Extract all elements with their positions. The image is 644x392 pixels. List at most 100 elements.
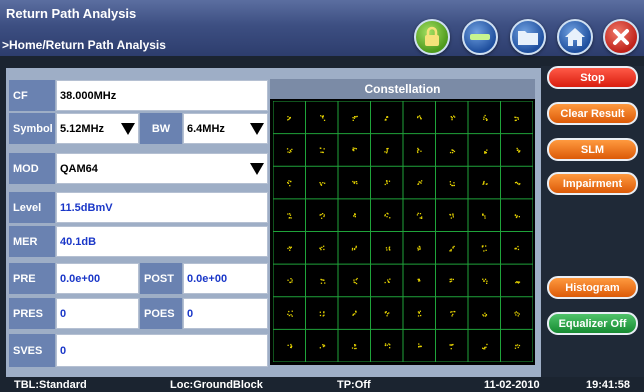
constellation-point xyxy=(516,147,518,150)
constellation-point xyxy=(484,346,486,349)
constellation-point xyxy=(449,281,451,283)
side-button-panel: Stop Clear Result SLM Impairment Histogr… xyxy=(541,66,644,377)
constellation-point xyxy=(453,182,455,184)
constellation-point xyxy=(516,149,519,151)
constellation-point xyxy=(486,149,488,151)
constellation-point xyxy=(421,217,423,219)
constellation-point xyxy=(449,214,452,216)
post-label: POST xyxy=(140,263,182,294)
constellation-point xyxy=(387,280,389,283)
constellation-point xyxy=(450,217,452,219)
constellation-point xyxy=(453,184,455,187)
constellation-point xyxy=(386,216,388,218)
constellation-point xyxy=(418,345,420,348)
bw-value: 6.4MHz xyxy=(187,122,225,135)
constellation-point xyxy=(387,213,389,215)
histogram-button[interactable]: Histogram xyxy=(547,276,638,299)
constellation-point xyxy=(518,151,520,153)
constellation-point xyxy=(514,116,516,118)
constellation-point xyxy=(389,278,391,280)
constellation-point xyxy=(320,115,322,117)
constellation-point xyxy=(386,344,388,346)
constellation-point xyxy=(384,281,386,284)
constellation-point xyxy=(287,279,289,281)
constellation-point xyxy=(289,185,291,187)
constellation-point xyxy=(420,118,422,120)
constellation-point xyxy=(351,249,354,251)
constellation-point xyxy=(384,343,387,345)
constellation-point xyxy=(451,311,453,313)
constellation-point xyxy=(351,247,354,250)
poes-label: POES xyxy=(140,298,182,329)
constellation-point xyxy=(354,116,356,118)
constellation-point xyxy=(485,346,487,348)
constellation-point xyxy=(517,346,519,349)
folder-icon[interactable] xyxy=(510,19,546,55)
constellation-point xyxy=(388,248,391,251)
constellation-point xyxy=(319,182,321,184)
close-icon[interactable] xyxy=(603,19,639,55)
constellation-point xyxy=(291,281,293,283)
constellation-point xyxy=(485,183,487,185)
constellation-point xyxy=(515,311,517,313)
constellation-point xyxy=(355,282,358,285)
constellation-point xyxy=(289,214,292,216)
symbol-select[interactable]: 5.12MHz xyxy=(56,113,139,144)
pre-label: PRE xyxy=(9,263,55,294)
constellation-point xyxy=(416,150,419,152)
constellation-point xyxy=(516,344,519,346)
constellation-point xyxy=(451,119,453,121)
constellation-point xyxy=(452,216,454,218)
constellation-point xyxy=(421,216,423,218)
constellation-point xyxy=(388,180,391,182)
equalizer-off-button[interactable]: Equalizer Off xyxy=(547,312,638,335)
cf-value[interactable]: 38.000MHz xyxy=(56,80,268,111)
constellation-point xyxy=(355,347,357,350)
constellation-point xyxy=(420,314,422,317)
mod-select[interactable]: QAM64 xyxy=(56,153,268,184)
sves-label: SVES xyxy=(9,334,55,367)
status-loc: Loc:GroundBlock xyxy=(170,379,263,391)
constellation-point xyxy=(323,311,325,313)
minus-icon[interactable] xyxy=(462,19,498,55)
constellation-point xyxy=(286,148,289,150)
constellation-point xyxy=(453,150,456,153)
constellation-point xyxy=(354,282,356,284)
constellation-point xyxy=(353,279,355,281)
bw-select[interactable]: 6.4MHz xyxy=(183,113,268,144)
constellation-point xyxy=(385,119,387,121)
impairment-button[interactable]: Impairment xyxy=(547,172,638,195)
constellation-point xyxy=(517,118,519,120)
constellation-point xyxy=(452,278,454,281)
constellation-point xyxy=(518,216,520,218)
slm-button[interactable]: SLM xyxy=(547,138,638,161)
constellation-point xyxy=(517,248,520,251)
breadcrumb: >Home/Return Path Analysis xyxy=(2,38,166,52)
constellation-point xyxy=(355,310,357,312)
constellation-point xyxy=(483,116,485,118)
constellation-point xyxy=(388,247,390,249)
app-title: Return Path Analysis xyxy=(6,6,137,21)
home-icon[interactable] xyxy=(557,19,593,55)
status-time: 19:41:58 xyxy=(586,379,631,391)
lock-icon[interactable] xyxy=(414,19,450,55)
constellation-point xyxy=(451,344,453,346)
constellation-point xyxy=(323,245,325,247)
constellation-point xyxy=(517,281,519,283)
constellation-point xyxy=(418,248,420,250)
stop-button[interactable]: Stop xyxy=(547,66,638,89)
clear-result-button[interactable]: Clear Result xyxy=(547,102,638,125)
status-date: 11-02-2010 xyxy=(484,379,540,391)
constellation-point xyxy=(386,249,388,251)
constellation-point xyxy=(354,347,356,350)
constellation-point xyxy=(287,182,290,184)
constellation-point xyxy=(288,246,291,248)
constellation-point xyxy=(323,119,326,121)
mod-value: QAM64 xyxy=(60,162,98,175)
constellation-point xyxy=(319,147,321,149)
constellation-point xyxy=(388,312,390,314)
constellation-point xyxy=(484,215,486,217)
mod-label: MOD xyxy=(9,153,55,184)
constellation-point xyxy=(386,182,388,185)
constellation-point xyxy=(354,147,356,149)
